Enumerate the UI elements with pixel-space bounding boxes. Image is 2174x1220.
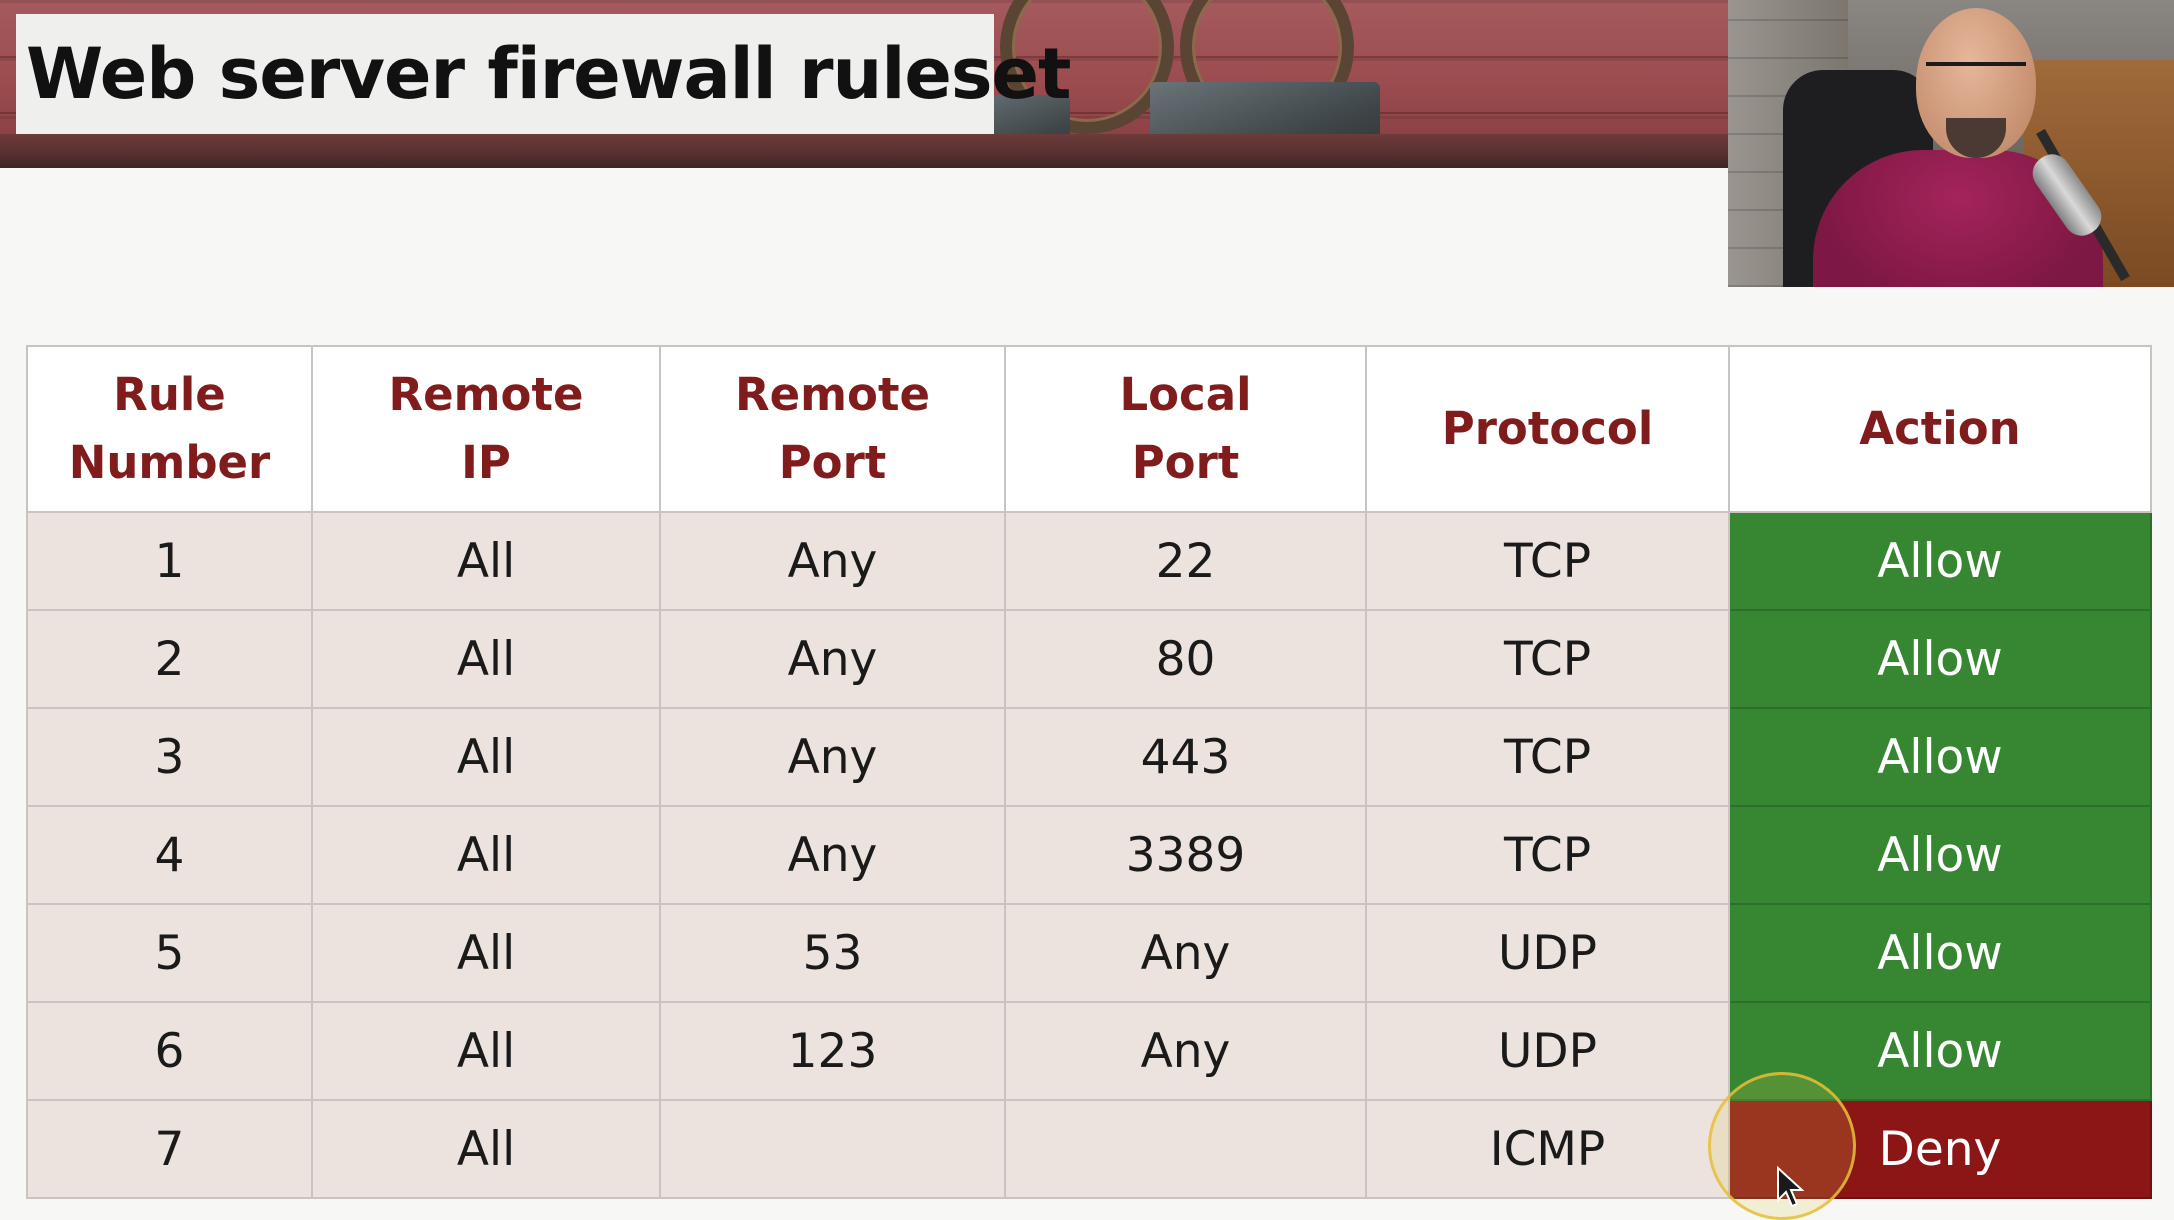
cell-remote-port: Any [659,805,1006,905]
cell-local-port: 443 [1004,707,1367,807]
header-action: Action [1728,345,2152,513]
slide-banner: Web server firewall ruleset [0,0,1728,168]
cell-rule-number: 3 [26,707,313,807]
presenter-video [1728,0,2174,287]
cell-local-port: 80 [1004,609,1367,709]
cell-remote-ip: All [311,1099,661,1199]
cell-remote-ip: All [311,609,661,709]
table-row: 5 All 53 Any UDP Allow [26,903,2152,1003]
cell-protocol: ICMP [1365,1099,1730,1199]
table-row: 3 All Any 443 TCP Allow [26,707,2152,807]
cell-local-port [1004,1099,1367,1199]
table-row: 1 All Any 22 TCP Allow [26,511,2152,611]
cell-remote-port: 123 [659,1001,1006,1101]
cell-action-allow: Allow [1728,609,2152,709]
table-header-row: Rule Number Remote IP Remote Port Local … [26,345,2152,513]
cell-remote-ip: All [311,903,661,1003]
cell-remote-port: Any [659,707,1006,807]
header-local-port: Local Port [1004,345,1367,513]
header-remote-port: Remote Port [659,345,1006,513]
cell-remote-port: Any [659,609,1006,709]
cell-protocol: TCP [1365,609,1730,709]
arrow-cursor-icon [1777,1166,1804,1208]
cell-protocol: TCP [1365,511,1730,611]
cell-local-port: 3389 [1004,805,1367,905]
header-rule-number: Rule Number [26,345,313,513]
cell-rule-number: 4 [26,805,313,905]
cell-remote-ip: All [311,805,661,905]
cell-protocol: UDP [1365,1001,1730,1101]
cell-protocol: UDP [1365,903,1730,1003]
cell-remote-port: Any [659,511,1006,611]
table-row: 2 All Any 80 TCP Allow [26,609,2152,709]
cell-rule-number: 1 [26,511,313,611]
cell-remote-ip: All [311,707,661,807]
cell-rule-number: 6 [26,1001,313,1101]
cell-local-port: Any [1004,903,1367,1003]
cell-protocol: TCP [1365,805,1730,905]
cell-rule-number: 7 [26,1099,313,1199]
cell-rule-number: 5 [26,903,313,1003]
cell-local-port: 22 [1004,511,1367,611]
cell-remote-ip: All [311,511,661,611]
cell-remote-port [659,1099,1006,1199]
cell-rule-number: 2 [26,609,313,709]
cell-local-port: Any [1004,1001,1367,1101]
header-protocol: Protocol [1365,345,1730,513]
cell-action-allow: Allow [1728,511,2152,611]
cell-action-allow: Allow [1728,707,2152,807]
table-row: 4 All Any 3389 TCP Allow [26,805,2152,905]
cell-action-allow: Allow [1728,805,2152,905]
cell-protocol: TCP [1365,707,1730,807]
cell-action-allow: Allow [1728,903,2152,1003]
cell-remote-ip: All [311,1001,661,1101]
slide-title: Web server firewall ruleset [26,33,1071,115]
firewall-rules-table: Rule Number Remote IP Remote Port Local … [26,345,2152,1199]
slide-title-box: Web server firewall ruleset [16,14,1071,134]
cell-remote-port: 53 [659,903,1006,1003]
table-row: 6 All 123 Any UDP Allow [26,1001,2152,1101]
header-remote-ip: Remote IP [311,345,661,513]
